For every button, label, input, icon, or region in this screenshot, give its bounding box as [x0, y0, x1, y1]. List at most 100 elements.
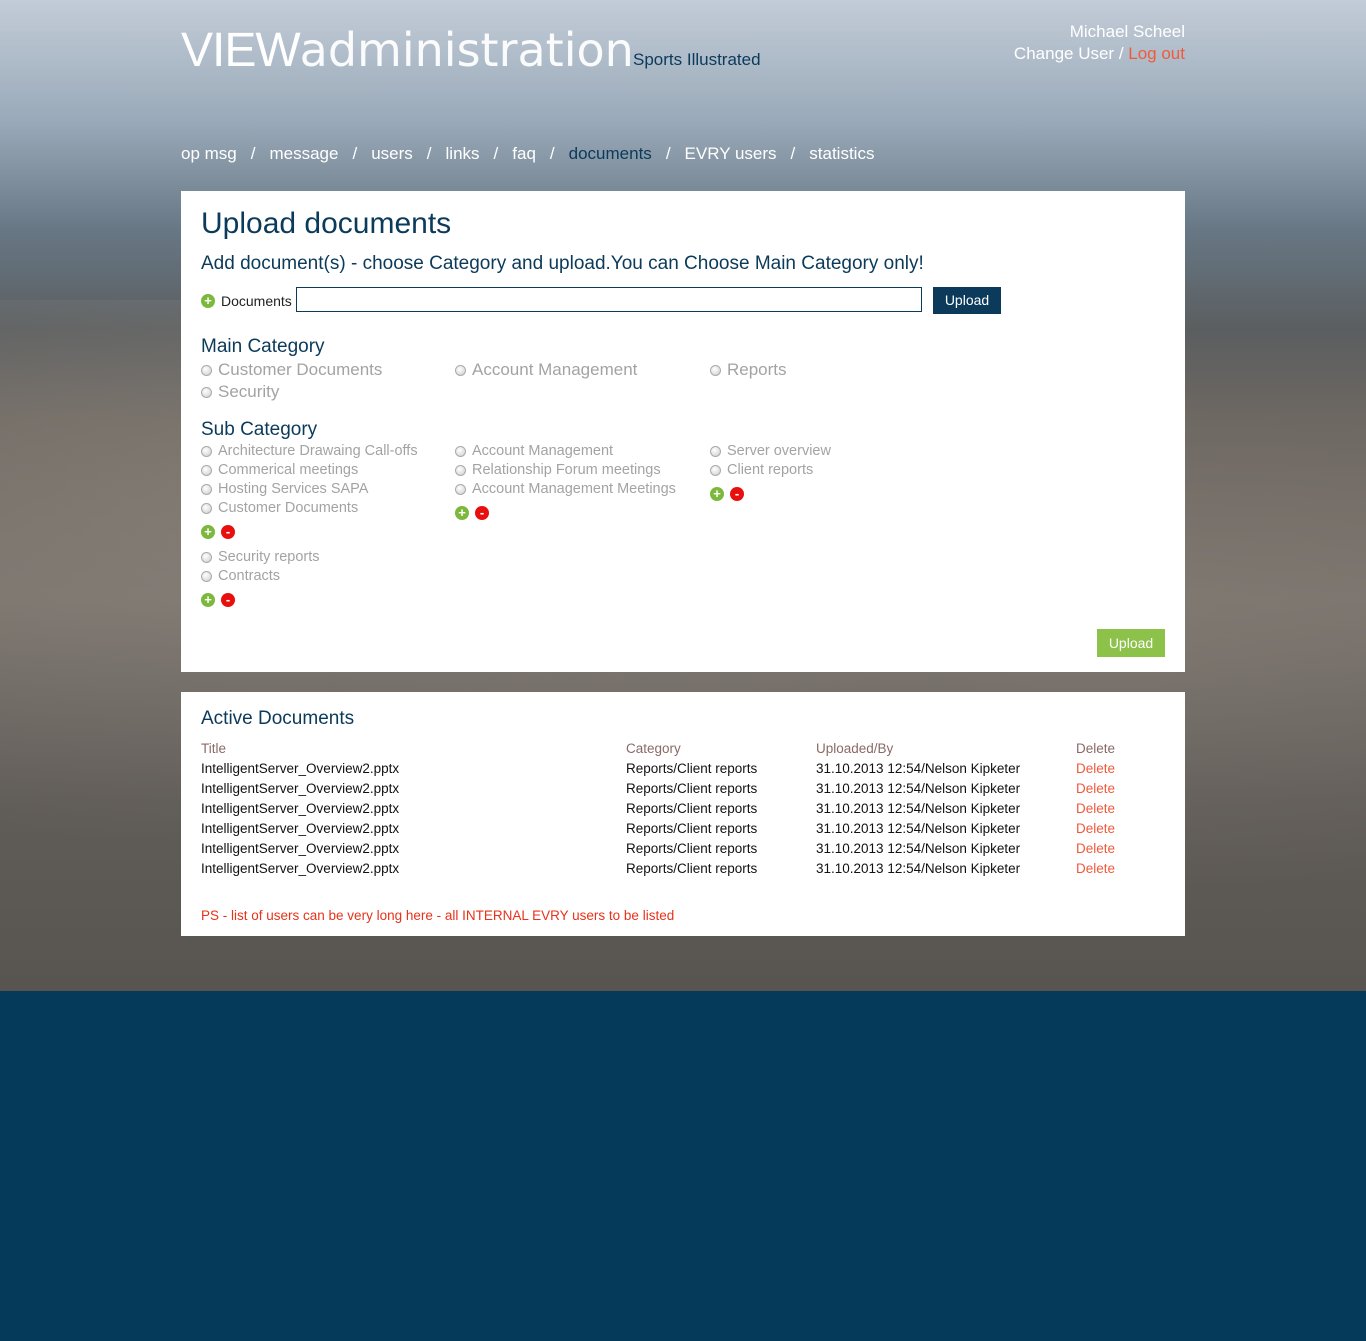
sub-category-radio[interactable]: Commerical meetings [201, 462, 358, 478]
sub-category-radio[interactable]: Account Management Meetings [455, 481, 676, 497]
delete-link[interactable]: Delete [1076, 819, 1115, 839]
logout-link[interactable]: Log out [1128, 44, 1185, 63]
sub-category-controls: + - [201, 525, 235, 539]
add-sub-category-icon[interactable]: + [710, 487, 724, 501]
radio-icon[interactable] [201, 502, 212, 514]
radio-icon[interactable] [455, 445, 466, 457]
upload-file-button[interactable]: Upload [933, 287, 1001, 314]
radio-label: Account Management [472, 443, 614, 459]
radio-label: Customer Documents [218, 500, 359, 516]
add-sub-category-icon[interactable]: + [201, 525, 215, 539]
radio-icon[interactable] [710, 445, 721, 457]
column-uploaded: Uploaded/By [816, 741, 894, 756]
cell-uploaded: 31.10.2013 12:54/Nelson Kipketer [816, 801, 1021, 816]
cell-category: Reports/Client reports [626, 841, 758, 856]
cell-uploaded: 31.10.2013 12:54/Nelson Kipketer [816, 781, 1021, 796]
cell-category: Reports/Client reports [626, 761, 758, 776]
nav-separator: / [352, 144, 358, 163]
cell-title: IntelligentServer_Overview2.pptx [201, 821, 400, 836]
radio-icon[interactable] [710, 364, 721, 376]
submit-upload-button[interactable]: Upload [1097, 629, 1165, 657]
radio-label: Commerical meetings [218, 462, 359, 478]
delete-link[interactable]: Delete [1076, 759, 1115, 779]
radio-icon[interactable] [201, 551, 212, 563]
upload-instructions: Add document(s) - choose Category and up… [201, 253, 924, 274]
add-sub-category-icon[interactable]: + [201, 593, 215, 607]
sub-category-radio[interactable]: Customer Documents [201, 500, 358, 516]
radio-icon[interactable] [455, 464, 466, 476]
client-name: Sports Illustrated [633, 50, 761, 69]
radio-icon[interactable] [201, 364, 212, 376]
main-nav: op msg / message / users / links / faq / documents… [181, 144, 874, 164]
remove-sub-category-icon[interactable]: - [730, 487, 744, 501]
radio-label: Server overview [727, 443, 831, 459]
radio-icon[interactable] [455, 364, 466, 376]
cell-category: Reports/Client reports [626, 781, 758, 796]
table-row: IntelligentServer_Overview2.pptx Reports/… [201, 839, 1165, 859]
main-category-radio[interactable]: Security [201, 382, 279, 402]
radio-icon[interactable] [201, 386, 212, 398]
radio-icon[interactable] [201, 570, 212, 582]
main-category-radio[interactable]: Customer Documents [201, 360, 382, 380]
sub-category-radio[interactable]: Account Management [455, 443, 613, 459]
radio-icon[interactable] [710, 464, 721, 476]
cell-title: IntelligentServer_Overview2.pptx [201, 861, 400, 876]
active-documents-title: Active Documents [201, 708, 355, 729]
table-row: IntelligentServer_Overview2.pptx Reports/… [201, 859, 1165, 879]
cell-uploaded: 31.10.2013 12:54/Nelson Kipketer [816, 861, 1021, 876]
nav-item-users[interactable]: users [371, 144, 413, 163]
table-header: Title Category Uploaded/By Delete [201, 739, 1165, 759]
nav-item-faq[interactable]: faq [512, 144, 536, 163]
radio-icon[interactable] [201, 483, 212, 495]
radio-icon[interactable] [455, 483, 466, 495]
table-row: IntelligentServer_Overview2.pptx Reports/… [201, 759, 1165, 779]
sub-category-radio[interactable]: Contracts [201, 568, 280, 584]
radio-label: Reports [727, 360, 787, 379]
radio-icon[interactable] [201, 464, 212, 476]
sub-category-radio[interactable]: Server overview [710, 443, 831, 459]
nav-item-evry-users[interactable]: EVRY users [685, 144, 777, 163]
delete-link[interactable]: Delete [1076, 799, 1115, 819]
nav-item-op-msg[interactable]: op msg [181, 144, 237, 163]
cell-title: IntelligentServer_Overview2.pptx [201, 761, 400, 776]
add-document-icon[interactable]: + [201, 294, 215, 308]
documents-field[interactable] [296, 287, 922, 312]
nav-separator: / [549, 144, 555, 163]
radio-icon[interactable] [201, 445, 212, 457]
change-user-link[interactable]: Change User [1014, 44, 1114, 63]
column-title: Title [201, 741, 227, 756]
remove-sub-category-icon[interactable]: - [221, 593, 235, 607]
delete-link[interactable]: Delete [1076, 859, 1115, 879]
sub-category-radio[interactable]: Architecture Drawaing Call-offs [201, 443, 418, 459]
sub-category-radio[interactable]: Security reports [201, 549, 320, 565]
app-logo: VIEWadministration [181, 22, 634, 79]
nav-item-message[interactable]: message [269, 144, 338, 163]
sub-category-controls: + - [201, 593, 235, 607]
nav-item-links[interactable]: links [446, 144, 480, 163]
main-category-radio[interactable]: Reports [710, 360, 787, 380]
column-category: Category [626, 741, 681, 756]
nav-item-statistics[interactable]: statistics [809, 144, 874, 163]
documents-row: + Documents [201, 288, 292, 314]
radio-label: Contracts [218, 568, 281, 584]
add-sub-category-icon[interactable]: + [455, 506, 469, 520]
sub-category-radio[interactable]: Hosting Services SAPA [201, 481, 368, 497]
radio-label: Client reports [727, 462, 814, 478]
nav-separator: / [250, 144, 256, 163]
remove-sub-category-icon[interactable]: - [221, 525, 235, 539]
sub-category-radio[interactable]: Client reports [710, 462, 813, 478]
main-category-title: Main Category [201, 336, 325, 357]
sub-category-radio[interactable]: Relationship Forum meetings [455, 462, 661, 478]
user-name: Michael Scheel [1069, 22, 1185, 41]
nav-item-documents[interactable]: documents [569, 144, 652, 163]
remove-sub-category-icon[interactable]: - [475, 506, 489, 520]
sub-category-controls: + - [710, 487, 744, 501]
cell-title: IntelligentServer_Overview2.pptx [201, 841, 400, 856]
radio-label: Hosting Services SAPA [218, 481, 369, 497]
cell-category: Reports/Client reports [626, 801, 758, 816]
delete-link[interactable]: Delete [1076, 779, 1115, 799]
radio-label: Customer Documents [218, 360, 383, 379]
main-category-radio[interactable]: Account Management [455, 360, 637, 380]
cell-category: Reports/Client reports [626, 821, 758, 836]
delete-link[interactable]: Delete [1076, 839, 1115, 859]
